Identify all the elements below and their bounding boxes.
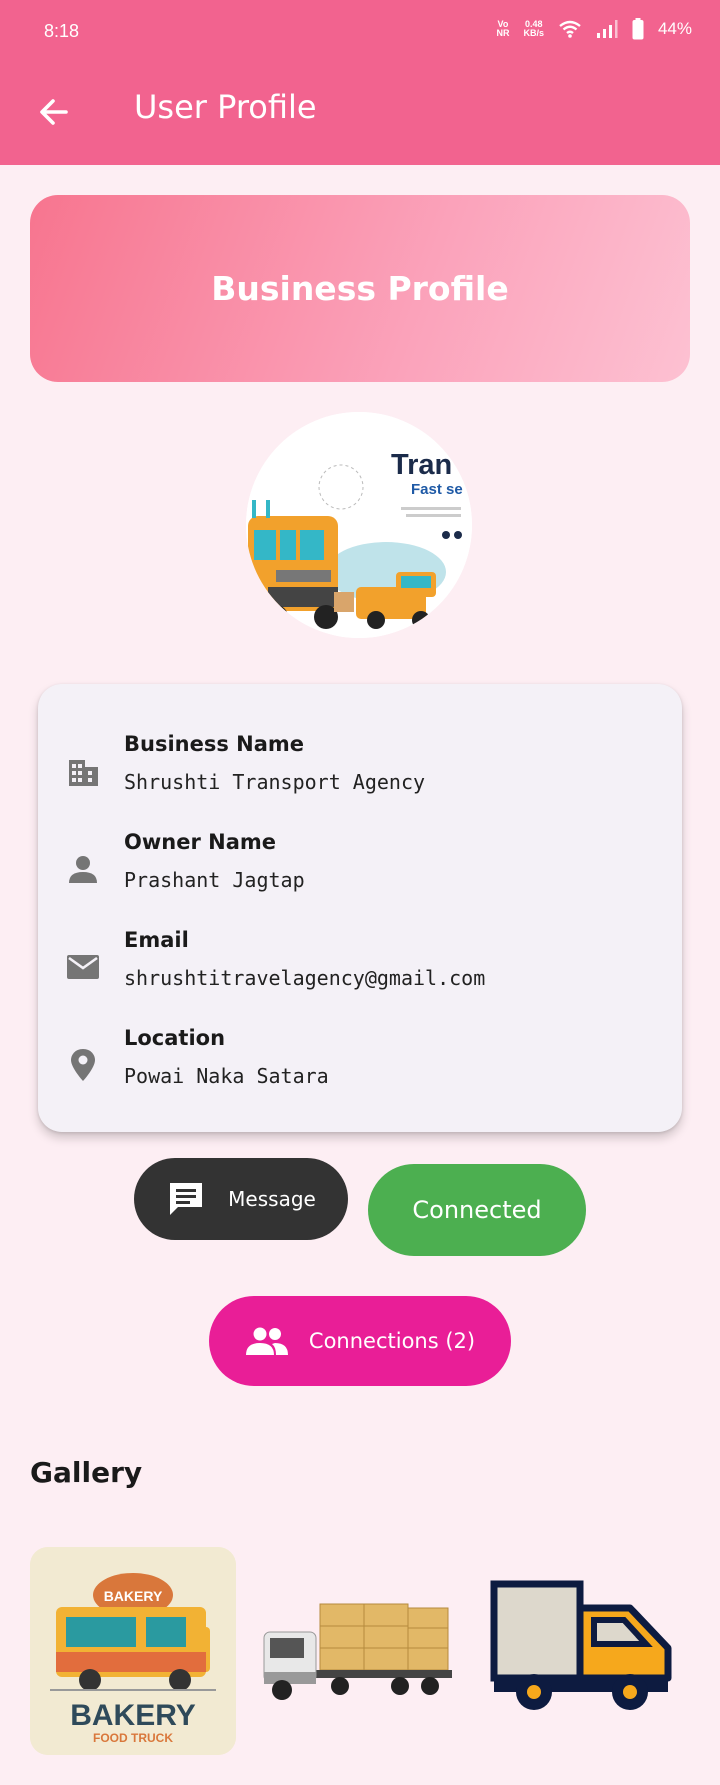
gallery-image-bakery[interactable]: BAKERY BAKERY FOOD TRUCK [30,1547,236,1755]
network-speed: 0.48 KB/s [523,19,544,38]
chat-icon [170,1183,203,1215]
building-icon [69,760,98,786]
connections-button[interactable]: Connections (2) [209,1296,511,1386]
email-icon [67,955,99,979]
volte-indicator: Vo NR [496,19,510,38]
cargo-truck-image [263,1603,452,1700]
svg-text:Fast se: Fast se [411,481,463,498]
battery-icon [632,18,644,40]
detail-label: Owner Name [124,830,276,854]
detail-row-location: Location Powai Naka Satara [38,1026,682,1106]
banner-title: Business Profile [211,269,509,308]
status-icons: Vo NR 0.48 KB/s 44% [496,18,692,40]
page-title: User Profile [134,88,317,126]
back-arrow-icon[interactable] [34,92,74,132]
gallery-title: Gallery [30,1456,143,1489]
detail-row-email: Email shrushtitravelagency@gmail.com [38,928,682,1008]
group-icon [245,1327,288,1355]
profile-avatar[interactable]: Tran Fast se [246,412,472,638]
gallery-image-van[interactable] [490,1578,690,1718]
svg-text:BAKERY: BAKERY [70,1699,196,1732]
delivery-van-image [490,1580,672,1710]
location-pin-icon [71,1049,95,1081]
message-button[interactable]: Message [134,1158,348,1240]
transport-logo-image: Tran Fast se [246,412,472,638]
signal-icon [596,20,618,38]
svg-text:Tran: Tran [391,449,452,481]
detail-label: Email [124,928,189,952]
connections-button-label: Connections (2) [308,1329,476,1353]
detail-row-owner-name: Owner Name Prashant Jagtap [38,830,682,910]
detail-value: Shrushti Transport Agency [124,770,426,794]
message-button-label: Message [228,1187,316,1211]
svg-text:BAKERY: BAKERY [104,1588,163,1604]
svg-text:FOOD TRUCK: FOOD TRUCK [93,1731,173,1745]
detail-label: Business Name [124,732,305,756]
detail-value[interactable]: Powai Naka Satara [124,1064,329,1088]
connected-button[interactable]: Connected [368,1164,586,1256]
status-time: 8:18 [44,21,80,41]
app-bar: 8:18 Vo NR 0.48 KB/s 44% User Profile [0,0,720,165]
business-details-card: Business Name Shrushti Transport Agency … [38,684,682,1132]
gallery-image-cargo-truck[interactable] [260,1580,460,1720]
battery-percent: 44% [657,19,692,38]
connected-button-label: Connected [412,1196,542,1224]
bakery-truck-image: BAKERY BAKERY FOOD TRUCK [30,1547,236,1755]
business-profile-banner: Business Profile [30,195,690,382]
wifi-icon [559,20,581,38]
detail-value[interactable]: shrushtitravelagency@gmail.com [124,966,485,990]
detail-label: Location [124,1026,226,1050]
detail-row-business-name: Business Name Shrushti Transport Agency [38,732,682,812]
person-icon [69,856,97,883]
status-bar: 8:18 Vo NR 0.48 KB/s 44% [0,18,720,44]
detail-value: Prashant Jagtap [124,868,305,892]
